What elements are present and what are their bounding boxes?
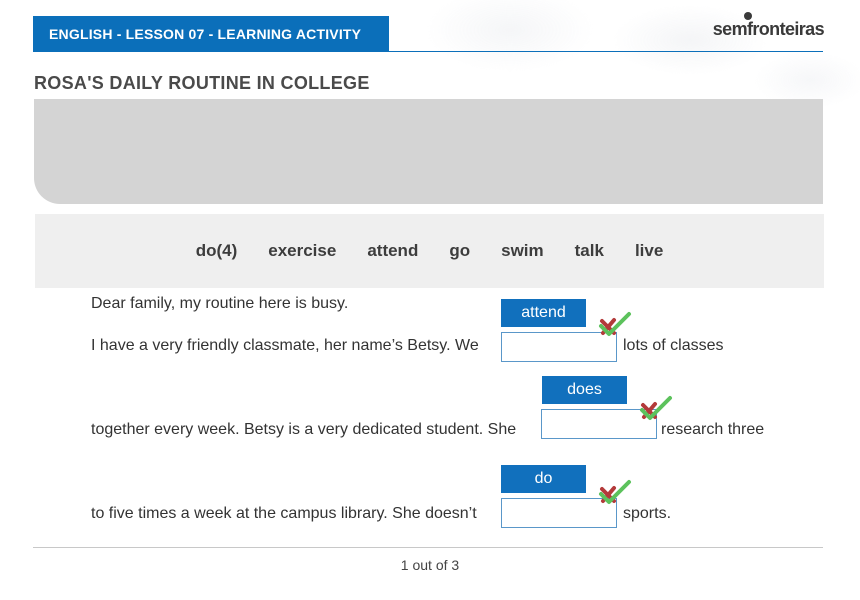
text-line-2-after: lots of classes (623, 337, 724, 354)
text-line-3-after: research three (661, 421, 765, 438)
pagination-indicator: 1 out of 3 (400, 557, 460, 573)
check-mark-icon (599, 480, 631, 504)
word-bank-item[interactable]: attend (359, 241, 426, 261)
footer-divider (33, 547, 823, 548)
word-bank-item[interactable]: live (627, 241, 671, 261)
semfronteiras-logo: semfronteiras (712, 12, 825, 44)
text-line-2-before: I have a very friendly classmate, her na… (91, 337, 479, 354)
check-mark-icon (640, 396, 672, 420)
word-bank-item[interactable]: talk (567, 241, 612, 261)
page-title: ROSA'S DAILY ROUTINE IN COLLEGE (34, 73, 370, 93)
word-bank-item[interactable]: exercise (260, 241, 344, 261)
header-divider (33, 51, 823, 52)
location-pin-icon (743, 12, 752, 20)
answer-chip-2[interactable]: does (542, 376, 627, 404)
answer-chip-3[interactable]: do (501, 465, 586, 493)
text-line-1: Dear family, my routine here is busy. (91, 295, 349, 312)
word-bank: do(4) exercise attend go swim talk live (35, 214, 824, 288)
word-bank-item[interactable]: go (441, 241, 478, 261)
check-mark-icon (599, 312, 631, 336)
word-bank-item[interactable]: do(4) (188, 241, 246, 261)
logo-text: semfronteiras (712, 19, 825, 39)
text-line-4-before: to five times a week at the campus libra… (91, 505, 477, 522)
text-line-3-before: together every week. Betsy is a very ded… (91, 421, 517, 438)
lesson-title-tab: ENGLISH - LESSON 07 - LEARNING ACTIVITY (33, 16, 389, 52)
word-bank-item[interactable]: swim (493, 241, 552, 261)
instructions-panel (34, 99, 823, 204)
answer-chip-1[interactable]: attend (501, 299, 586, 327)
